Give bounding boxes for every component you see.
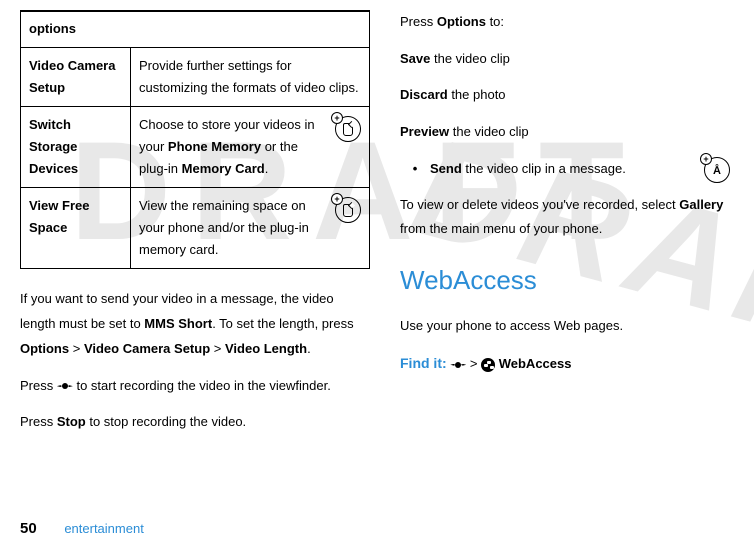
storage-icon: + <box>335 197 361 223</box>
paragraph: Press to start recording the video in th… <box>20 374 370 399</box>
section-heading-webaccess: WebAccess <box>400 256 730 305</box>
paragraph: Use your phone to access Web pages. <box>400 314 730 339</box>
paragraph: If you want to send your video in a mess… <box>20 287 370 361</box>
option-desc: + View the remaining space on your phone… <box>131 188 370 269</box>
bullet-marker: • <box>400 157 430 182</box>
paragraph: To view or delete videos you've recorded… <box>400 193 730 242</box>
right-column: Press Options to: Save the video clip Di… <box>400 10 730 495</box>
footer-section-label: entertainment <box>64 521 144 536</box>
option-name: View Free Space <box>21 188 131 269</box>
option-name: Video Camera Setup <box>21 47 131 106</box>
option-desc: Provide further settings for customizing… <box>131 47 370 106</box>
paragraph: Press Stop to stop recording the video. <box>20 410 370 435</box>
feature-icon: +Å <box>704 157 730 183</box>
table-row: Switch Storage Devices + Choose to store… <box>21 106 370 187</box>
center-key-icon <box>450 360 466 370</box>
paragraph: Save the video clip <box>400 47 730 72</box>
find-it-line: Find it: > WebAccess <box>400 350 730 377</box>
page-number: 50 <box>20 520 37 537</box>
option-desc: + Choose to store your videos in your Ph… <box>131 106 370 187</box>
page-content: options Video Camera Setup Provide furth… <box>0 0 754 505</box>
center-key-icon <box>57 381 73 391</box>
bullet-item: • Send the video clip in a message. +Å <box>400 157 730 183</box>
storage-icon: + <box>335 116 361 142</box>
table-header: options <box>21 11 370 47</box>
options-table: options Video Camera Setup Provide furth… <box>20 10 370 269</box>
left-column: options Video Camera Setup Provide furth… <box>20 10 370 495</box>
table-row: View Free Space + View the remaining spa… <box>21 188 370 269</box>
option-name: Switch Storage Devices <box>21 106 131 187</box>
paragraph: Discard the photo <box>400 83 730 108</box>
paragraph: Press Options to: <box>400 10 730 35</box>
paragraph: Preview the video clip <box>400 120 730 145</box>
table-row: Video Camera Setup Provide further setti… <box>21 47 370 106</box>
globe-icon <box>481 358 495 372</box>
page-footer: 50 entertainment <box>20 520 144 537</box>
